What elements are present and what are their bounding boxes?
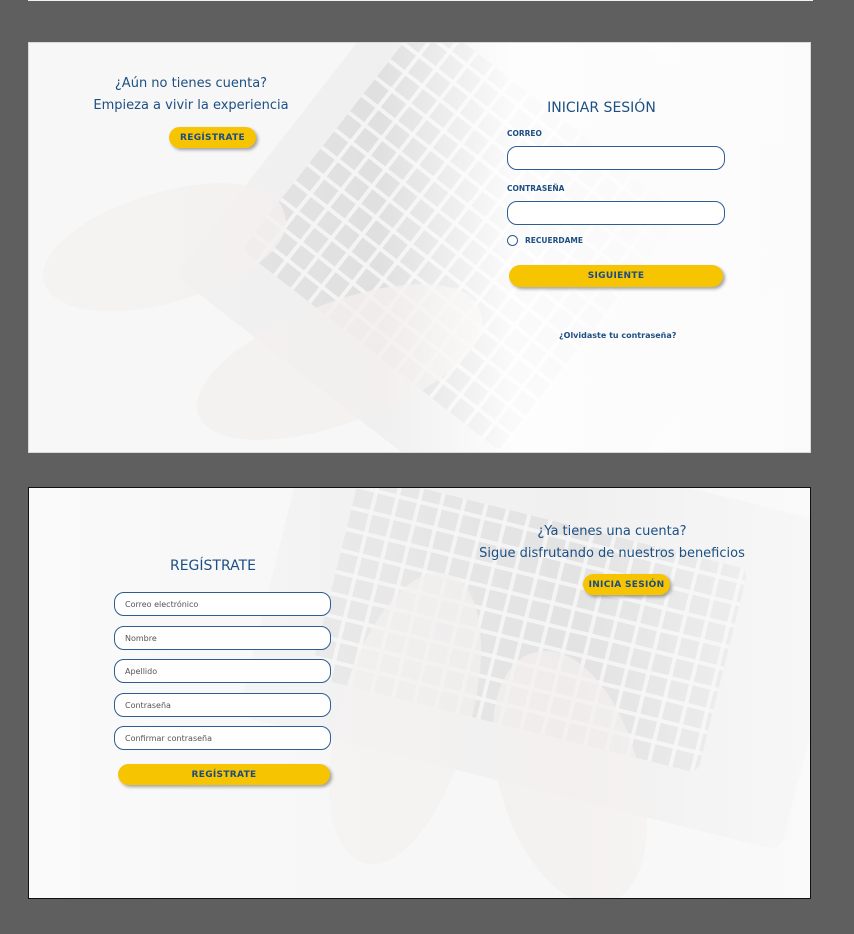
login-panel: ¿Aún no tienes cuenta? Empieza a vivir l… (28, 42, 811, 453)
go-to-register-button[interactable]: REGÍSTRATE (169, 127, 256, 148)
login-password-input[interactable] (507, 201, 725, 225)
register-title: REGÍSTRATE (169, 558, 257, 574)
forgot-password-link[interactable]: ¿Olvidaste tu contraseña? (559, 331, 676, 340)
register-password-input[interactable] (114, 693, 331, 717)
top-divider (28, 0, 813, 1)
login-prompt-subtitle: Sigue disfrutando de nuestros beneficios (479, 546, 745, 561)
password-label: CONTRASEÑA (507, 184, 565, 193)
remember-me-radio[interactable] (507, 235, 518, 246)
go-to-login-button[interactable]: INICIA SESIÓN (583, 574, 670, 595)
register-email-input[interactable] (114, 592, 331, 616)
register-confirm-password-input[interactable] (114, 726, 331, 750)
register-first-name-input[interactable] (114, 626, 331, 650)
register-panel: ¿Ya tienes una cuenta? Sigue disfrutando… (28, 487, 811, 899)
register-prompt-question: ¿Aún no tienes cuenta? (114, 76, 268, 91)
login-email-input[interactable] (507, 146, 725, 170)
remember-me-label: RECUERDAME (525, 236, 584, 245)
email-label: CORREO (507, 129, 542, 138)
register-last-name-input[interactable] (114, 659, 331, 683)
login-submit-button[interactable]: SIGUIENTE (509, 265, 723, 287)
login-prompt-question: ¿Ya tienes una cuenta? (537, 524, 687, 539)
login-title: INICIAR SESIÓN (547, 100, 656, 116)
register-submit-button[interactable]: REGÍSTRATE (118, 764, 330, 785)
register-prompt-subtitle: Empieza a vivir la experiencia (93, 98, 289, 113)
